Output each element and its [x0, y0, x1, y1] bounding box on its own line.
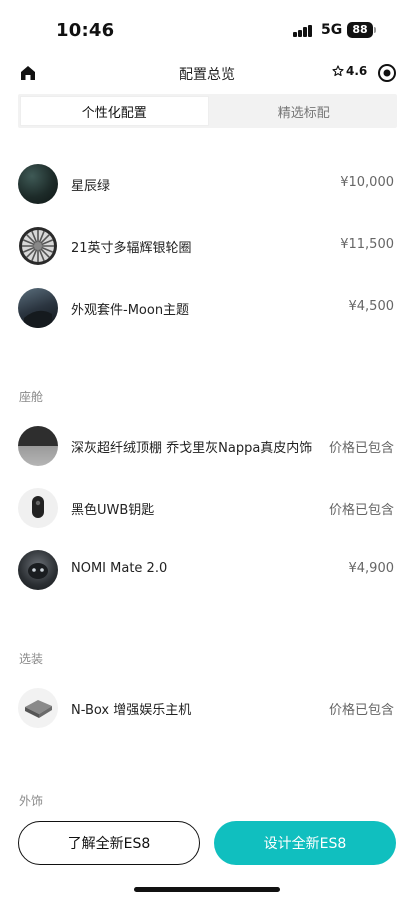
item-price: 价格已包含: [328, 441, 394, 456]
status-time: 10:46: [56, 20, 115, 41]
learn-es8-button[interactable]: 了解全新ES8: [18, 821, 200, 865]
battery-cap: [374, 27, 376, 33]
item-name: 深灰超纤绒顶棚 乔戈里灰Nappa真皮内饰: [71, 441, 313, 456]
list-item[interactable]: 外观套件-Moon主题 ¥4,500: [0, 286, 414, 330]
item-name: 21英寸多辐辉银轮圈: [71, 241, 192, 256]
status-bar: 10:46 5G 88: [0, 0, 414, 56]
section-label-cabin: 座舱: [19, 390, 44, 404]
config-tabs: 个性化配置 精选标配: [18, 94, 397, 128]
section-label-exterior-cut: ▔▔: [19, 128, 37, 134]
target-icon[interactable]: [377, 63, 397, 83]
item-price: 价格已包含: [328, 503, 394, 518]
item-name: 外观套件-Moon主题: [71, 303, 190, 318]
paint-swatch-image: [18, 164, 58, 204]
tab-standard[interactable]: 精选标配: [211, 94, 398, 128]
list-item[interactable]: 21英寸多辐辉银轮圈 ¥11,500: [0, 224, 414, 268]
item-name: N-Box 增强娱乐主机: [71, 703, 192, 718]
header: 配置总览 4.6: [0, 58, 414, 90]
list-item[interactable]: 星辰绿 ¥10,000: [0, 162, 414, 206]
item-name: 黑色UWB钥匙: [71, 503, 155, 518]
list-item[interactable]: NOMI Mate 2.0 ¥4,900: [0, 548, 414, 592]
design-es8-button[interactable]: 设计全新ES8: [214, 821, 396, 865]
item-price: ¥11,500: [340, 237, 394, 252]
network-type: 5G: [321, 22, 343, 38]
tab-personalized[interactable]: 个性化配置: [20, 96, 209, 126]
list-item[interactable]: 黑色UWB钥匙 价格已包含: [0, 486, 414, 530]
item-price: 价格已包含: [328, 703, 394, 718]
bottom-action-bar: 了解全新ES8 设计全新ES8: [0, 808, 414, 900]
section-label-options: 选装: [19, 652, 44, 666]
n-box-image: [18, 688, 58, 728]
nomi-mate-image: [18, 550, 58, 590]
section-label-exterior-decor: 外饰: [19, 794, 44, 808]
uwb-key-image: [18, 488, 58, 528]
item-name: 星辰绿: [71, 179, 111, 194]
home-indicator[interactable]: [134, 887, 280, 892]
item-price: ¥4,500: [348, 299, 395, 314]
item-price: ¥10,000: [340, 175, 394, 190]
moon-kit-image: [18, 288, 58, 328]
item-price: ¥4,900: [348, 561, 395, 576]
signal-icon: [293, 25, 315, 37]
list-item[interactable]: N-Box 增强娱乐主机 价格已包含: [0, 686, 414, 730]
config-list[interactable]: ▔▔ 星辰绿 ¥10,000 21英寸多辐辉银轮圈 ¥11,500: [0, 128, 414, 808]
rating[interactable]: 4.6: [332, 64, 367, 78]
wheel-image: [18, 226, 58, 266]
battery-icon: 88: [347, 22, 373, 38]
list-item[interactable]: 深灰超纤绒顶棚 乔戈里灰Nappa真皮内饰 价格已包含: [0, 424, 414, 468]
rating-value: 4.6: [346, 64, 368, 78]
interior-swatch-image: [18, 426, 58, 466]
star-icon: [332, 65, 344, 77]
item-name: NOMI Mate 2.0: [71, 561, 168, 576]
